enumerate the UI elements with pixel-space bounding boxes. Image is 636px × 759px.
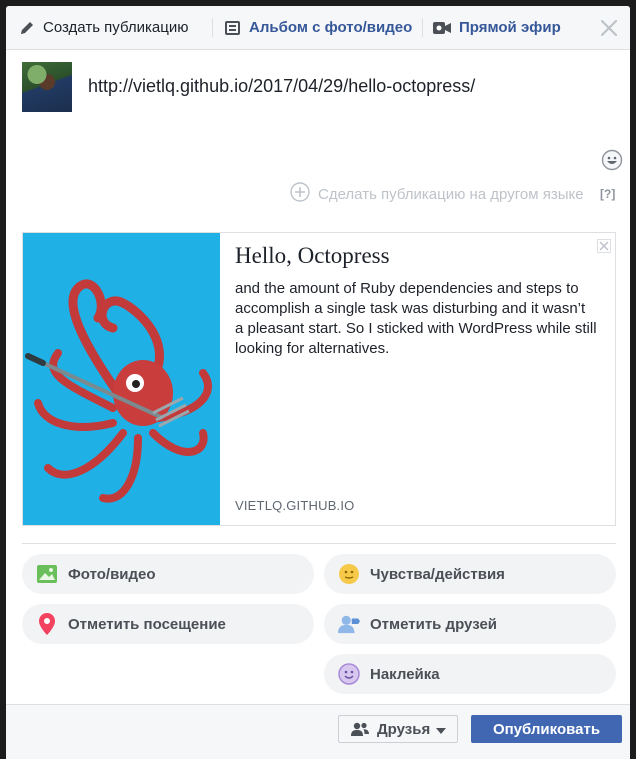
close-icon[interactable] <box>598 17 620 39</box>
tab-photo-album-label: Альбом с фото/видео <box>249 19 413 36</box>
link-preview-description: and the amount of Ruby dependencies and … <box>235 280 597 357</box>
check-in-button[interactable]: Отметить посещение <box>22 604 314 644</box>
link-preview-image <box>23 233 220 525</box>
tab-divider <box>422 18 423 37</box>
composer-tabs: Создать публикацию Альбом с фото/видео П… <box>6 6 630 50</box>
sticker-button[interactable]: Наклейка <box>324 654 616 694</box>
create-post-dialog: Создать публикацию Альбом с фото/видео П… <box>6 6 630 759</box>
sticker-icon <box>338 663 360 685</box>
other-language-label: Сделать публикацию на другом языке <box>318 185 584 203</box>
check-in-label: Отметить посещение <box>68 615 226 633</box>
tag-friends-label: Отметить друзей <box>370 615 498 633</box>
photo-icon <box>36 563 58 585</box>
tab-live-video-label: Прямой эфир <box>459 19 561 36</box>
link-preview-title: Hello, Octopress <box>235 243 390 268</box>
photo-video-label: Фото/видео <box>68 565 156 583</box>
photo-video-button[interactable]: Фото/видео <box>22 554 314 594</box>
link-preview-domain: VIETLQ.GITHUB.IO <box>235 498 355 513</box>
tab-create-post-label: Создать публикацию <box>43 19 189 36</box>
video-camera-icon <box>433 21 451 35</box>
tab-live-video[interactable]: Прямой эфир <box>433 6 561 49</box>
remove-preview-icon[interactable] <box>597 239 611 253</box>
tab-divider <box>212 18 213 37</box>
composer-footer: Друзья Опубликовать <box>6 704 630 759</box>
chevron-down-icon <box>436 721 447 738</box>
location-pin-icon <box>36 613 58 635</box>
section-divider <box>22 543 616 544</box>
help-link[interactable]: [?] <box>600 187 615 201</box>
feeling-icon <box>338 563 360 585</box>
publish-button[interactable]: Опубликовать <box>471 715 622 743</box>
post-in-other-language[interactable]: Сделать публикацию на другом языке <box>290 182 584 206</box>
post-text-input[interactable]: http://vietlq.github.io/2017/04/29/hello… <box>88 76 475 97</box>
link-preview-card[interactable]: Hello, Octopress and the amount of Ruby … <box>22 232 616 526</box>
feeling-activity-label: Чувства/действия <box>370 565 505 583</box>
tag-friends-button[interactable]: Отметить друзей <box>324 604 616 644</box>
tag-friends-icon <box>338 613 360 635</box>
pencil-icon <box>19 20 35 36</box>
sticker-label: Наклейка <box>370 665 440 683</box>
audience-label: Друзья <box>377 720 431 738</box>
album-icon <box>225 20 241 36</box>
tab-create-post[interactable]: Создать публикацию <box>19 6 188 49</box>
feeling-activity-button[interactable]: Чувства/действия <box>324 554 616 594</box>
friends-icon <box>351 722 369 736</box>
audience-selector[interactable]: Друзья <box>338 715 458 743</box>
user-avatar <box>22 62 72 112</box>
plus-circle-icon <box>290 182 310 206</box>
tab-photo-album[interactable]: Альбом с фото/видео <box>225 6 412 49</box>
emoji-icon[interactable] <box>601 149 623 171</box>
